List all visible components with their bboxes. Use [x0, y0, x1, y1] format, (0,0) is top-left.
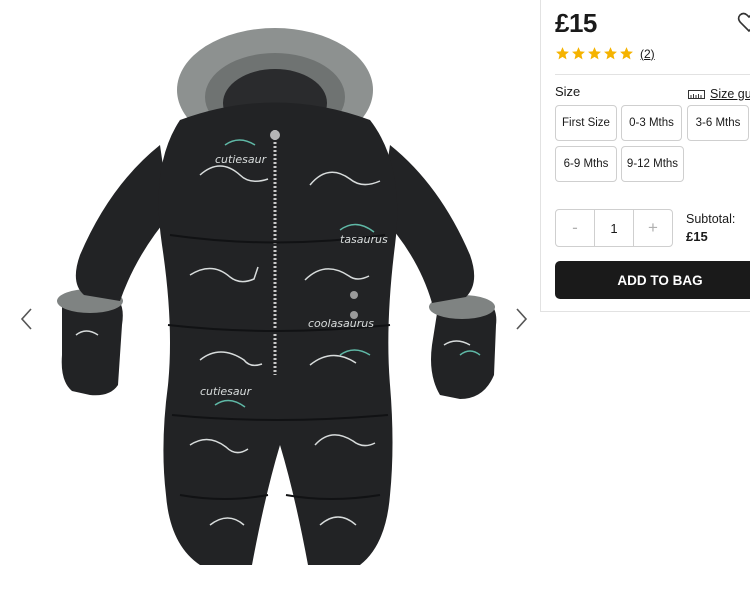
star-icon [556, 47, 569, 60]
quantity-increase-button[interactable]: + [634, 210, 672, 246]
size-guide-link[interactable]: Size gu [688, 87, 750, 101]
svg-text:cutiesaur: cutiesaur [200, 385, 253, 398]
chevron-left-icon[interactable] [17, 305, 37, 333]
subtotal-label: Subtotal: [686, 212, 736, 226]
quantity-input[interactable]: 1 [594, 210, 634, 246]
size-option-6-9-mths[interactable]: 6-9 Mths [555, 146, 617, 182]
chevron-right-icon[interactable] [511, 305, 531, 333]
star-icon [588, 47, 601, 60]
size-option-first-size[interactable]: First Size [555, 105, 617, 141]
ruler-icon [688, 89, 705, 99]
quantity-decrease-button[interactable]: - [556, 210, 594, 246]
size-option-9-12-mths[interactable]: 9-12 Mths [621, 146, 684, 182]
svg-text:cutiesaur: cutiesaur [215, 153, 268, 166]
star-icon [604, 47, 617, 60]
add-to-bag-button[interactable]: ADD TO BAG [555, 261, 750, 299]
size-guide-label: Size gu [710, 87, 750, 101]
star-icon [572, 47, 585, 60]
subtotal: Subtotal: £15 [686, 211, 735, 245]
divider [555, 74, 750, 75]
size-label: Size [555, 84, 581, 99]
review-count-link[interactable]: (2) [640, 47, 655, 61]
size-option-3-6-mths[interactable]: 3-6 Mths [687, 105, 749, 141]
heart-icon[interactable] [737, 10, 750, 34]
size-option-0-3-mths[interactable]: 0-3 Mths [621, 105, 682, 141]
star-icon [620, 47, 633, 60]
purchase-panel: £15 (2) Size Size gu First Size 0-3 Mths… [540, 0, 750, 312]
quantity-stepper: - 1 + [555, 209, 673, 247]
star-rating [555, 46, 634, 61]
product-price: £15 [555, 8, 597, 38]
product-image: cutiesaur tasaurus coolasaurus cutiesaur [57, 28, 497, 565]
svg-text:coolasaurus: coolasaurus [308, 317, 374, 330]
product-rating: (2) [555, 46, 655, 61]
product-gallery: cutiesaur tasaurus coolasaurus cutiesaur [0, 0, 540, 604]
svg-text:tasaurus: tasaurus [340, 233, 388, 246]
subtotal-value: £15 [686, 229, 708, 244]
